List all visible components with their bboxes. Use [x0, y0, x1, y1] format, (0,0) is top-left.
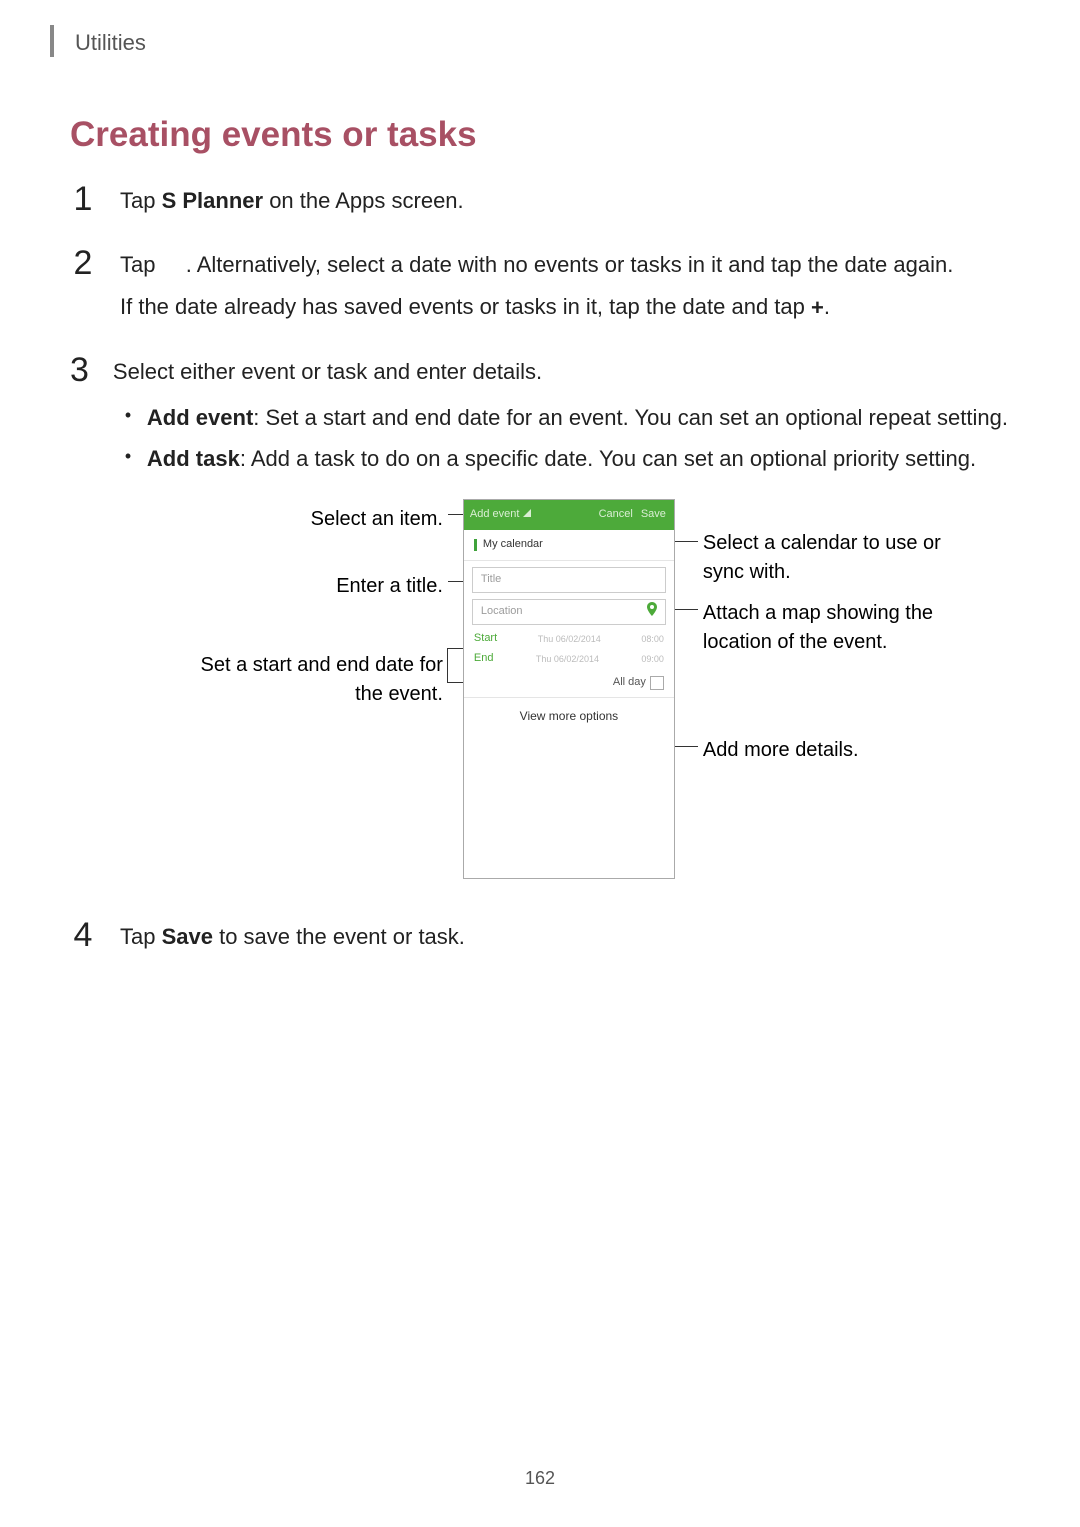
step-4: 4 Tap Save to save the event or task.	[70, 921, 1010, 963]
end-date: Thu 06/02/2014	[536, 653, 599, 666]
step-1-body: Tap S Planner on the Apps screen.	[120, 185, 1010, 227]
step-4-a: Tap	[120, 924, 162, 949]
title-placeholder: Title	[481, 572, 501, 588]
step-3-b1-text: : Set a start and end date for an event.…	[253, 405, 1008, 430]
start-date: Thu 06/02/2014	[538, 633, 601, 646]
annotated-screenshot: Select an item. Enter a title. Set a sta…	[113, 499, 1023, 899]
location-input[interactable]: Location	[472, 599, 666, 625]
step-1: 1 Tap S Planner on the Apps screen.	[70, 185, 1010, 227]
step-2-line2-a: If the date already has saved events or …	[120, 294, 811, 319]
all-day-label: All day	[613, 675, 646, 691]
step-3-b2-bold: Add task	[147, 446, 240, 471]
step-3-b1-bold: Add event	[147, 405, 253, 430]
step-3-intro: Select either event or task and enter de…	[113, 356, 1023, 388]
end-row[interactable]: End Thu 06/02/2014 09:00	[474, 651, 664, 667]
step-4-b: to save the event or task.	[213, 924, 465, 949]
step-number-2: 2	[70, 246, 96, 334]
step-4-body: Tap Save to save the event or task.	[120, 921, 1010, 963]
tab-label: Add event	[470, 507, 520, 523]
step-2: 2 Tap . Alternatively, select a date wit…	[70, 249, 1010, 334]
map-pin-icon[interactable]	[647, 602, 657, 622]
calendar-color-indicator	[474, 539, 477, 551]
plus-icon: +	[811, 295, 824, 320]
step-3-body: Select either event or task and enter de…	[113, 356, 1023, 900]
step-number-3: 3	[70, 353, 89, 900]
location-placeholder: Location	[481, 604, 523, 620]
step-1-text-b: on the Apps screen.	[263, 188, 464, 213]
all-day-row: All day	[464, 671, 674, 698]
title-input[interactable]: Title	[472, 567, 666, 593]
step-1-text-a: Tap	[120, 188, 162, 213]
save-button[interactable]: Save	[639, 507, 668, 523]
screen-header: Add event Cancel Save	[464, 500, 674, 530]
start-row[interactable]: Start Thu 06/02/2014 08:00	[474, 631, 664, 647]
callout-attach-map: Attach a map showing the location of the…	[703, 599, 963, 657]
callout-enter-title: Enter a title.	[336, 572, 443, 601]
view-more-options-button[interactable]: View more options	[464, 698, 674, 735]
splanner-add-event-screen: Add event Cancel Save My calendar	[463, 499, 675, 879]
step-number-1: 1	[70, 182, 96, 227]
callout-select-calendar: Select a calendar to use or sync with.	[703, 529, 963, 587]
end-time: 09:00	[641, 653, 664, 666]
dropdown-indicator-icon	[523, 507, 531, 523]
step-3: 3 Select either event or task and enter …	[70, 356, 1010, 900]
leader-line	[447, 648, 448, 683]
step-2-line1-b: . Alternatively, select a date with no e…	[186, 252, 954, 277]
cancel-button[interactable]: Cancel	[597, 507, 635, 523]
all-day-checkbox[interactable]	[650, 676, 664, 690]
header-rule	[50, 25, 54, 57]
page-title: Creating events or tasks	[70, 115, 1010, 155]
callout-set-dates: Set a start and end date for the event.	[193, 651, 443, 709]
step-2-line2-b: .	[824, 294, 830, 319]
add-event-tab[interactable]: Add event	[470, 507, 532, 523]
page-number: 162	[0, 1468, 1080, 1489]
step-2-line1-a: Tap	[120, 252, 162, 277]
calendar-name: My calendar	[483, 537, 543, 553]
step-3-b2-text: : Add a task to do on a specific date. Y…	[240, 446, 976, 471]
step-number-4: 4	[70, 918, 96, 963]
end-label: End	[474, 651, 494, 667]
section-header: Utilities	[75, 30, 146, 56]
callout-select-item: Select an item.	[311, 505, 443, 534]
step-2-body: Tap . Alternatively, select a date with …	[120, 249, 1010, 334]
start-time: 08:00	[641, 633, 664, 646]
step-1-bold: S Planner	[162, 188, 263, 213]
calendar-selector[interactable]: My calendar	[464, 530, 674, 561]
start-label: Start	[474, 631, 497, 647]
step-4-bold: Save	[162, 924, 213, 949]
callout-add-details: Add more details.	[703, 736, 963, 765]
